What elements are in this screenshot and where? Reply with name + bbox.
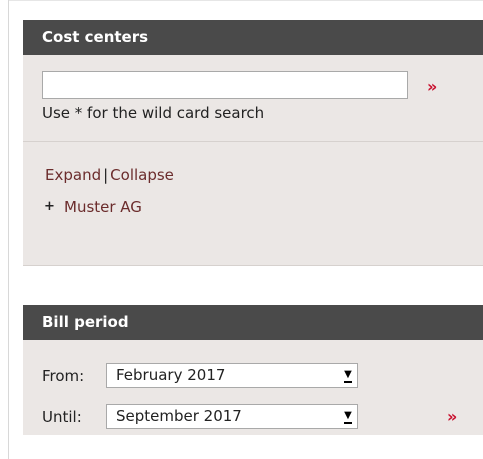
divider [23,141,483,142]
link-separator: | [103,166,109,184]
dropdown-arrow-icon[interactable]: ▼ [341,407,355,426]
wildcard-hint: Use * for the wild card search [42,104,265,122]
cost-center-search-input[interactable] [42,71,408,99]
bill-period-go-icon[interactable]: » [447,409,457,425]
from-label: From: [42,366,85,385]
cost-centers-panel: Cost centers » Use * for the wild card s… [23,20,483,266]
cost-centers-header: Cost centers [23,20,483,55]
top-border [8,0,483,1]
from-select[interactable]: February 2017 ▼ [106,363,358,388]
until-row: Until: September 2017 ▼ [42,404,358,429]
collapse-link[interactable]: Collapse [110,166,174,184]
page: Cost centers » Use * for the wild card s… [0,0,483,459]
bill-period-panel: Bill period From: February 2017 ▼ Until:… [23,305,483,435]
dropdown-arrow-icon[interactable]: ▼ [341,366,355,385]
search-go-icon[interactable]: » [427,79,437,95]
from-row: From: February 2017 ▼ [42,363,358,388]
plus-icon[interactable]: + [43,200,56,214]
from-select-value: February 2017 [116,366,226,384]
until-select[interactable]: September 2017 ▼ [106,404,358,429]
until-label: Until: [42,407,82,426]
tree-node-label[interactable]: Muster AG [64,198,142,216]
expand-link[interactable]: Expand [45,166,101,184]
until-select-value: September 2017 [116,407,242,425]
left-border [8,0,9,459]
panel-bottom-border [23,265,483,266]
bill-period-header: Bill period [23,305,483,340]
tree-node-muster-ag: + Muster AG [43,198,142,216]
expand-collapse-row: Expand | Collapse [45,166,174,184]
